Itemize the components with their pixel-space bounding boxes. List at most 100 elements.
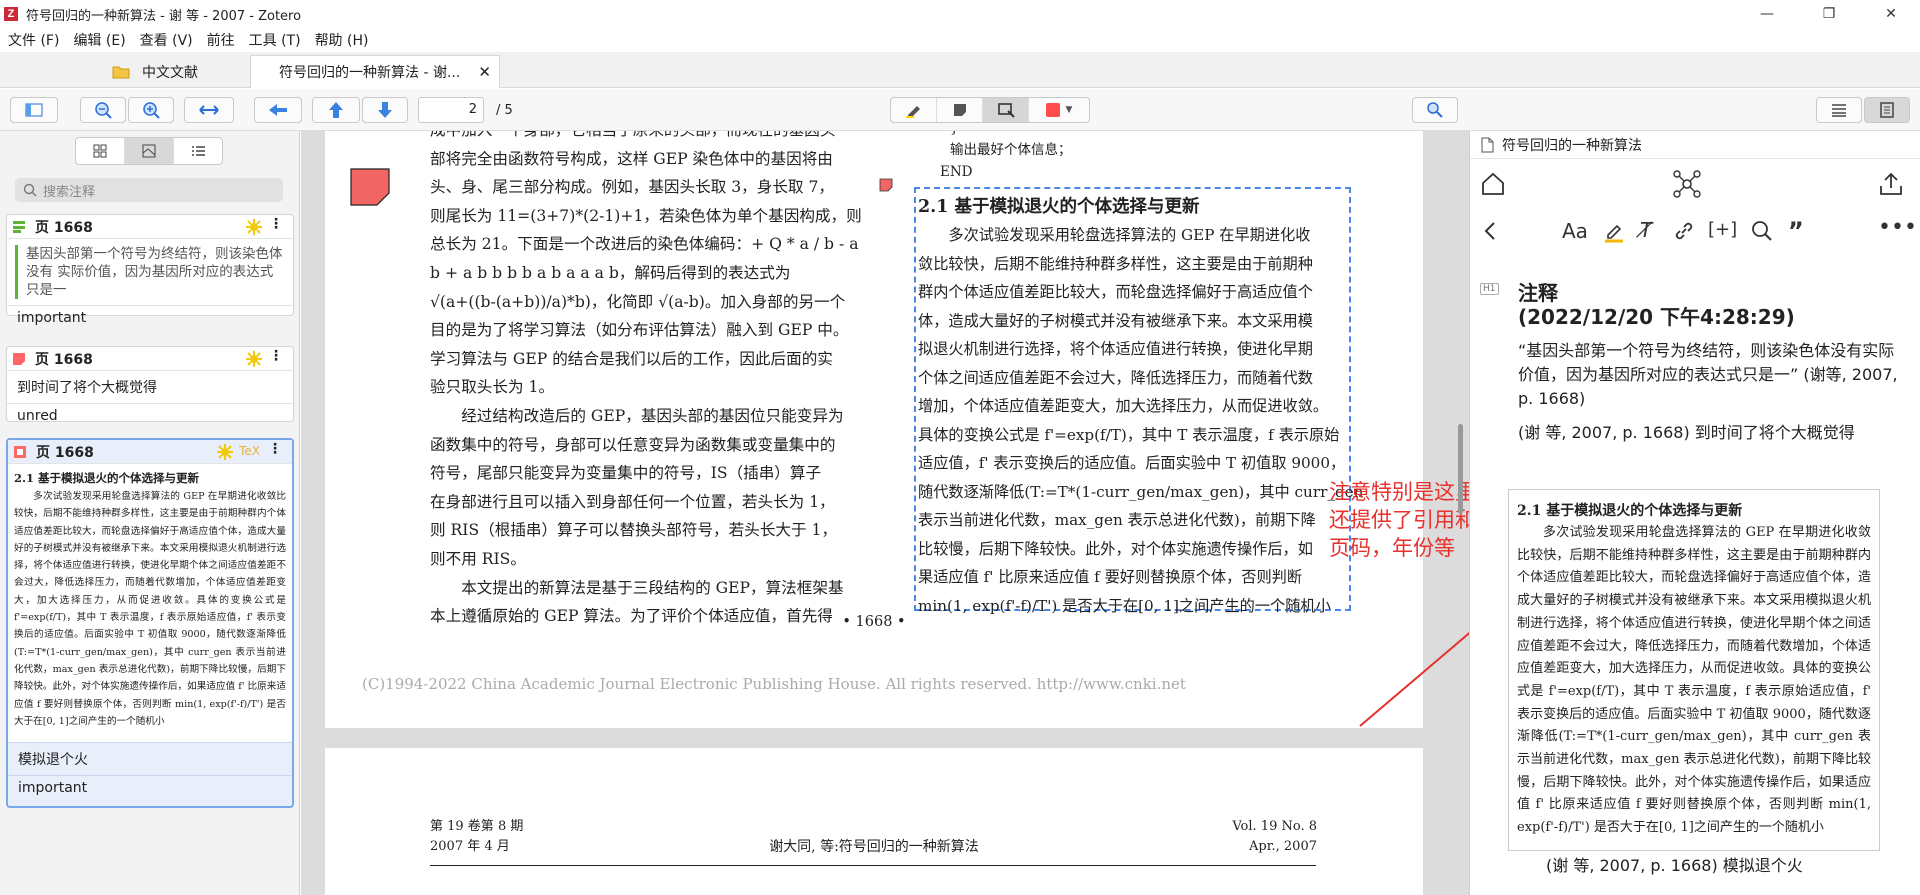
text-line: 具体的变换公式是 f'=exp(f/T)，其中 T 表示温度，f 表示原始 bbox=[918, 425, 1340, 444]
annotation-card[interactable]: 页 1668 ⋮ 基因头部第一个符号为终结符，则该染色体没有 实际价值，因为基因… bbox=[6, 214, 294, 326]
toggle-context-pane-button[interactable] bbox=[1816, 97, 1862, 123]
color-swatch-icon bbox=[1045, 103, 1060, 117]
text-line: 果适应值 f' 比原来适应值 f 要好则替换原个体，否则判断 bbox=[918, 568, 1303, 586]
arrow-down-icon bbox=[378, 102, 392, 118]
text-line: √(a+((b-(a+b))/a)*b)，化简即 √(a-b)。加入身部的另一个 bbox=[430, 292, 846, 311]
note-image[interactable]: 2.1 基于模拟退火的个体选择与更新 多次试验发现采用轮盘选择算法的 GEP 在… bbox=[1508, 489, 1880, 851]
text-line: 比较慢，后期下降较快。此外，对个体实施遗传操作后，如 bbox=[918, 539, 1313, 558]
previous-page-button[interactable] bbox=[312, 97, 360, 123]
text-line: 经过结构改造后的 GEP，基因头部的基因位只能变异为 bbox=[430, 406, 844, 425]
note-quote[interactable]: “基因头部第一个符号为终结符，则该染色体没有实际价值，因为基因所对应的表达式只是… bbox=[1518, 339, 1908, 411]
tex-label[interactable]: TeX bbox=[239, 444, 260, 458]
link-icon[interactable] bbox=[1672, 219, 1696, 243]
annotation-page: 页 1668 bbox=[36, 444, 94, 461]
annotation-view-icon bbox=[142, 144, 156, 158]
zoom-out-button[interactable] bbox=[80, 97, 126, 123]
menu-tools[interactable]: 工具 (T) bbox=[249, 30, 301, 50]
color-picker-button[interactable]: ▼ bbox=[1029, 98, 1089, 122]
clear-format-icon[interactable]: T̸ bbox=[1640, 218, 1652, 242]
annotation-tag[interactable]: important bbox=[7, 305, 293, 330]
annotation-tag[interactable]: unred bbox=[7, 403, 293, 428]
note-editor[interactable]: H1 注释 (2022/12/20 下午4:28:29) “基因头部第一个符号为… bbox=[1480, 281, 1910, 445]
page-number-input[interactable]: 2 bbox=[418, 97, 484, 123]
minimize-button[interactable]: — bbox=[1744, 0, 1790, 28]
sidebar-toggle-icon bbox=[25, 103, 43, 117]
annotation-search-input[interactable]: 搜索注释 bbox=[15, 178, 283, 202]
fit-width-button[interactable] bbox=[184, 97, 234, 123]
close-window-button[interactable]: ✕ bbox=[1868, 0, 1914, 28]
quote-icon[interactable]: ” bbox=[1788, 217, 1804, 245]
arrow-left-icon bbox=[269, 104, 287, 116]
pdf-viewer[interactable]: 成中加入一个身部，它相当于原来的头部，而现在的基因头部将完全由函数符号构成，这样… bbox=[301, 131, 1469, 895]
annotation-page: 页 1668 bbox=[35, 351, 93, 368]
tab-reader[interactable]: 符号回归的一种新算法 - 谢... ✕ bbox=[250, 55, 500, 88]
small-note-marker-icon[interactable] bbox=[879, 178, 893, 192]
share-icon[interactable] bbox=[1878, 171, 1904, 197]
search-icon bbox=[23, 183, 37, 197]
tab-library[interactable]: 中文文献 bbox=[60, 55, 250, 88]
left-column-text: 成中加入一个身部，它相当于原来的头部，而现在的基因头部将完全由函数符号构成，这样… bbox=[430, 131, 862, 631]
insert-citation-icon[interactable]: [+] bbox=[1708, 219, 1737, 240]
zoom-in-button[interactable] bbox=[128, 97, 174, 123]
annotations-view-button[interactable] bbox=[125, 138, 174, 164]
text-line: 则尾长为 11=(3+7)*(2-1)+1，若染色体为单个基因构成，则 bbox=[430, 206, 862, 225]
note-annotation-marker-icon[interactable] bbox=[349, 167, 391, 207]
menu-go[interactable]: 前往 bbox=[207, 30, 235, 50]
document-scrollbar[interactable] bbox=[1458, 424, 1463, 514]
thumbnails-button[interactable] bbox=[76, 138, 125, 164]
annotation-page: 页 1668 bbox=[35, 219, 93, 236]
text-line: 总长为 21。下面是一个改进后的染色体编码：+ Q * a / b - a bbox=[430, 235, 859, 254]
more-options-icon[interactable]: ⋮ bbox=[269, 348, 283, 364]
volume-label: 第 19 卷第 8 期 bbox=[430, 819, 524, 834]
note-comment[interactable]: (谢 等, 2007, p. 1668) 到时间了将个大概觉得 bbox=[1518, 421, 1908, 445]
text-line: 群内个体适应值差距比较大，而轮盘选择偏好于高适应值个 bbox=[918, 283, 1313, 301]
outline-view-button[interactable] bbox=[174, 138, 222, 164]
home-icon[interactable] bbox=[1480, 171, 1506, 197]
annotation-header: 页 1668 ⋮ bbox=[7, 347, 293, 371]
search-icon[interactable] bbox=[1750, 219, 1774, 243]
area-tool-button[interactable] bbox=[983, 98, 1029, 122]
highlight-color-icon[interactable] bbox=[1602, 219, 1626, 243]
annotation-card[interactable]: 页 1668 ⋮ 到时间了将个大概觉得 unred bbox=[6, 346, 294, 424]
find-in-document-button[interactable] bbox=[1412, 97, 1458, 123]
menu-file[interactable]: 文件 (F) bbox=[8, 30, 59, 50]
pdf-page: 成中加入一个身部，它相当于原来的头部，而现在的基因头部将完全由函数符号构成，这样… bbox=[325, 131, 1423, 728]
text-line: 个体之间适应值差距不会过大，降低选择压力，而随着代数 bbox=[918, 368, 1313, 387]
back-button[interactable] bbox=[254, 97, 302, 123]
tag-star-icon[interactable] bbox=[216, 443, 234, 461]
text-line: 多次试验发现采用轮盘选择算法的 GEP 在早期进化收 bbox=[918, 226, 1311, 244]
annotation-card-selected[interactable]: 页 1668 TeX ⋮ 2.1 基于模拟退火的个体选择与更新 多次试验发现采用… bbox=[6, 438, 294, 808]
list-icon bbox=[1832, 104, 1846, 117]
tag-star-icon[interactable] bbox=[245, 350, 263, 368]
maximize-button[interactable]: ❐ bbox=[1806, 0, 1852, 28]
text-line: 部将完全由函数符号构成，这样 GEP 染色体中的基因将由 bbox=[430, 149, 833, 168]
next-page-button[interactable] bbox=[362, 97, 408, 123]
back-arrow-icon[interactable] bbox=[1482, 221, 1498, 241]
highlight-tool-button[interactable] bbox=[891, 98, 937, 122]
menu-edit[interactable]: 编辑 (E) bbox=[73, 30, 125, 50]
notes-pane-button[interactable] bbox=[1864, 97, 1910, 123]
tab-close-icon[interactable]: ✕ bbox=[478, 63, 491, 81]
tab-reader-label: 符号回归的一种新算法 - 谢... bbox=[279, 65, 461, 81]
more-icon[interactable]: ••• bbox=[1878, 215, 1917, 240]
text-line: 拟退火机制进行选择，将个体适应值进行转换，使进化早期 bbox=[918, 340, 1313, 358]
note-tool-button[interactable] bbox=[937, 98, 983, 122]
tag-star-icon[interactable] bbox=[245, 218, 263, 236]
more-options-icon[interactable]: ⋮ bbox=[268, 441, 282, 457]
reader-toolbar: 2 / 5 ▼ bbox=[0, 89, 1920, 131]
menu-view[interactable]: 查看 (V) bbox=[140, 30, 193, 50]
annotation-comment[interactable]: 到时间了将个大概觉得 bbox=[7, 371, 293, 403]
text-format-icon[interactable]: Aa bbox=[1562, 219, 1588, 243]
menu-help[interactable]: 帮助 (H) bbox=[315, 30, 369, 50]
more-options-icon[interactable]: ⋮ bbox=[269, 216, 283, 232]
annotation-comment[interactable]: 模拟退个火 bbox=[8, 742, 292, 775]
sticky-note-icon bbox=[953, 104, 966, 116]
right-column-text: 多次试验发现采用轮盘选择算法的 GEP 在早期进化收 敛比较快，后期不能维持种群多… bbox=[918, 221, 1363, 620]
related-graph-icon[interactable] bbox=[1672, 169, 1702, 199]
section-title: 2.1 基于模拟退火的个体选择与更新 bbox=[918, 197, 1200, 217]
annotations-sidebar: 搜索注释 页 1668 ⋮ 基因头部第一个符号为终结符，则该染色体没有 实际价值… bbox=[0, 131, 300, 895]
sticky-note-icon bbox=[13, 352, 25, 365]
toggle-sidebar-button[interactable] bbox=[10, 97, 58, 123]
note-citation[interactable]: (谢 等, 2007, p. 1668) 模拟退个火 bbox=[1546, 854, 1803, 878]
annotation-tag[interactable]: important bbox=[8, 775, 292, 800]
